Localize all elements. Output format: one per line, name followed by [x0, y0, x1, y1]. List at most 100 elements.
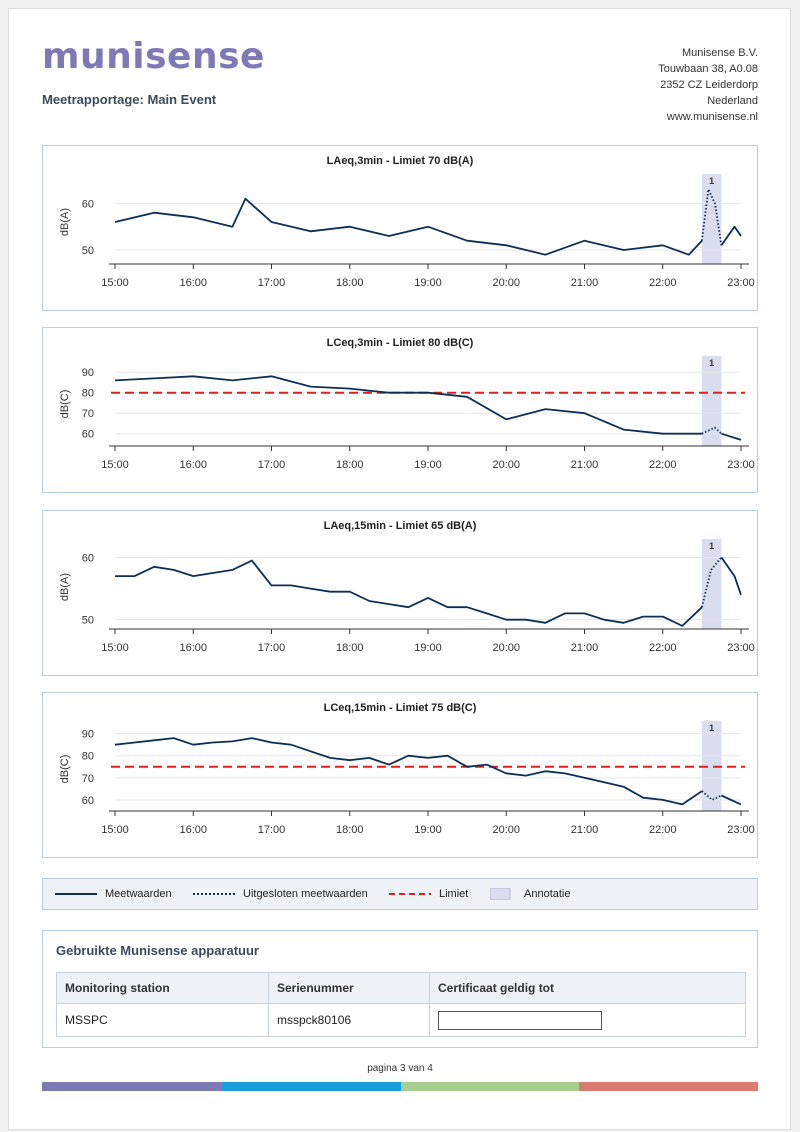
y-tick-label: 60 [82, 552, 94, 564]
x-tick-label: 21:00 [571, 824, 599, 836]
x-tick-label: 21:00 [571, 459, 599, 471]
measured-series-line [720, 225, 742, 246]
chart-title: LCeq,3min - Limiet 80 dB(C) [327, 337, 474, 349]
x-tick-label: 22:00 [649, 642, 677, 654]
y-tick-label: 80 [82, 388, 94, 400]
cell-certificate [429, 1003, 746, 1037]
x-tick-label: 15:00 [101, 277, 129, 289]
page-number: pagina 3 van 4 [367, 1063, 433, 1074]
x-tick-label: 18:00 [336, 824, 364, 836]
measured-series-line [720, 556, 742, 596]
measured-series-line [721, 432, 742, 441]
x-tick-label: 21:00 [571, 642, 599, 654]
measured-series-line [114, 737, 703, 806]
x-tick-label: 17:00 [258, 642, 286, 654]
x-tick-label: 15:00 [101, 642, 129, 654]
chart-title: LAeq,15min - Limiet 65 dB(A) [324, 520, 477, 532]
y-tick-label: 70 [82, 773, 94, 785]
annotation-label: 1 [709, 541, 714, 551]
y-tick-label: 70 [82, 408, 94, 420]
column-header-serial: Serienummer [268, 972, 430, 1004]
cell-serial: msspck80106 [268, 1003, 430, 1037]
address-city: 2352 CZ Leiderdorp [660, 79, 758, 91]
x-tick-label: 19:00 [414, 642, 442, 654]
y-axis-label: dB(A) [59, 573, 71, 601]
certificate-field[interactable] [438, 1010, 602, 1030]
x-tick-label: 22:00 [649, 459, 677, 471]
x-tick-label: 19:00 [414, 824, 442, 836]
annotation-label: 1 [709, 723, 714, 733]
measured-series-line [114, 197, 703, 256]
annotation-band [701, 539, 722, 629]
x-tick-label: 20:00 [492, 642, 520, 654]
report-title: Meetrapportage: Main Event [42, 92, 217, 107]
munisense-logo: munisense [42, 36, 265, 77]
x-tick-label: 18:00 [336, 459, 364, 471]
x-tick-label: 21:00 [571, 277, 599, 289]
x-tick-label: 18:00 [336, 642, 364, 654]
measured-series-line [115, 559, 703, 627]
address-company: Munisense B.V. [681, 47, 758, 59]
x-tick-label: 23:00 [727, 277, 755, 289]
y-tick-label: 60 [82, 795, 94, 807]
y-axis-label: dB(C) [59, 390, 71, 419]
legend-label-measured: Meetwaarden [105, 888, 172, 900]
cell-station: MSSPC [56, 1003, 269, 1037]
x-tick-label: 16:00 [179, 642, 207, 654]
y-axis-label: dB(A) [59, 208, 71, 236]
footer-bar-green [401, 1082, 579, 1091]
chart-title: LAeq,3min - Limiet 70 dB(A) [327, 155, 474, 167]
footer-bar-red [579, 1082, 758, 1091]
address-street: Touwbaan 38, A0.08 [658, 63, 758, 75]
x-tick-label: 20:00 [492, 824, 520, 836]
x-tick-label: 18:00 [336, 277, 364, 289]
dashed-line-icon [389, 893, 431, 895]
chart-lceq-15min: 1 LCeq,15min - Limiet 75 dB(C) 60 70 80 90 dB(… [42, 692, 758, 858]
legend-label-excluded: Uitgesloten meetwaarden [243, 888, 368, 900]
annotation-label: 1 [709, 176, 714, 186]
y-tick-label: 90 [82, 367, 94, 379]
x-tick-label: 15:00 [101, 459, 129, 471]
x-tick-label: 16:00 [179, 277, 207, 289]
legend-item-measured: Meetwaarden [55, 879, 172, 909]
address-website: www.munisense.nl [666, 111, 758, 123]
x-tick-label: 15:00 [101, 824, 129, 836]
x-tick-label: 23:00 [727, 824, 755, 836]
measured-series-line [114, 375, 702, 435]
annotation-label: 1 [709, 358, 714, 368]
x-tick-label: 19:00 [414, 277, 442, 289]
y-axis-label: dB(C) [59, 755, 71, 784]
column-header-certificate: Certificaat geldig tot [429, 972, 746, 1004]
chart-legend: Meetwaarden Uitgesloten meetwaarden Limi… [42, 878, 758, 910]
x-tick-label: 17:00 [258, 277, 286, 289]
annotation-band [701, 356, 722, 446]
equipment-title: Gebruikte Munisense apparatuur [56, 943, 259, 958]
chart-laeq-3min: 1 LAeq,3min - Limiet 70 dB(A) 50 60 dB(A) 15:… [42, 145, 758, 311]
chart-lceq-3min-svg: 1 LCeq,3min - Limiet 80 dB(C) 60 70 80 90 dB(C… [59, 337, 755, 471]
legend-label-limit: Limiet [439, 888, 469, 900]
chart-lceq-3min: 1 LCeq,3min - Limiet 80 dB(C) 60 70 80 90 dB(C… [42, 327, 758, 493]
equipment-section: Gebruikte Munisense apparatuur Monitorin… [42, 930, 758, 1048]
legend-item-limit: Limiet [389, 879, 468, 909]
x-tick-label: 17:00 [258, 824, 286, 836]
y-tick-label: 90 [82, 729, 94, 741]
x-tick-label: 23:00 [727, 459, 755, 471]
y-tick-label: 60 [82, 198, 94, 210]
legend-label-annotation: Annotatie [524, 888, 571, 900]
legend-item-excluded: Uitgesloten meetwaarden [193, 879, 368, 909]
equipment-table: Monitoring station Serienummer Certifica… [56, 972, 746, 1037]
x-tick-label: 16:00 [179, 459, 207, 471]
y-tick-label: 60 [82, 429, 94, 441]
x-tick-label: 16:00 [179, 824, 207, 836]
y-tick-label: 50 [82, 615, 94, 627]
y-tick-label: 80 [82, 751, 94, 763]
chart-laeq-15min-svg: 1 LAeq,15min - Limiet 65 dB(A) 50 60 dB(A) 15… [59, 520, 755, 654]
chart-lceq-15min-svg: 1 LCeq,15min - Limiet 75 dB(C) 60 70 80 90 dB(… [59, 702, 755, 836]
x-tick-label: 20:00 [492, 459, 520, 471]
x-tick-label: 20:00 [492, 277, 520, 289]
x-tick-label: 22:00 [649, 277, 677, 289]
dotted-line-icon [193, 893, 235, 895]
annotation-swatch-icon [490, 888, 511, 900]
x-tick-label: 23:00 [727, 642, 755, 654]
table-row: MSSPC msspck80106 [56, 1003, 746, 1037]
